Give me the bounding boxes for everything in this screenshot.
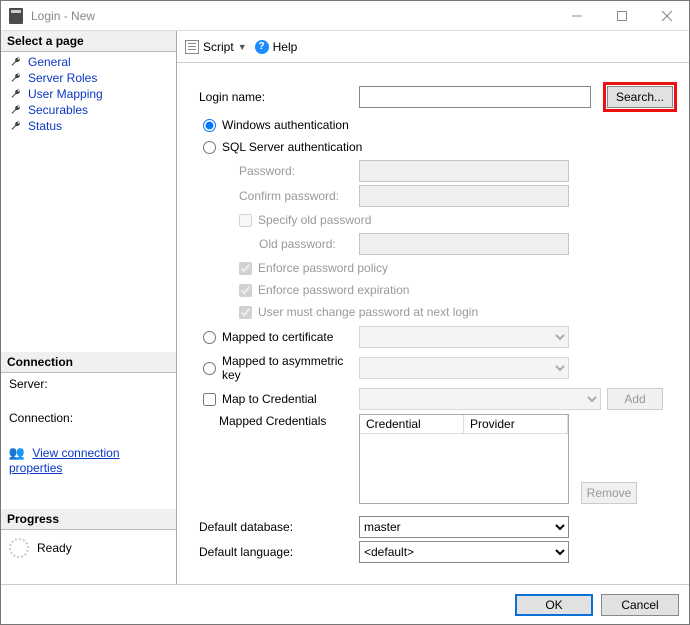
mapped-credentials-table[interactable]: Credential Provider — [359, 414, 569, 504]
default-lang-select[interactable]: <default> — [359, 541, 569, 563]
view-connection-properties-link[interactable]: View connection properties — [9, 446, 120, 475]
close-button[interactable] — [644, 1, 689, 31]
login-name-input[interactable] — [359, 86, 591, 108]
progress-body: Ready — [1, 530, 176, 566]
enforce-policy-checkbox — [239, 262, 252, 275]
mapped-cert-select — [359, 326, 569, 348]
page-item-server-roles[interactable]: Server Roles — [1, 70, 176, 86]
people-icon: 👥 — [9, 445, 25, 461]
enforce-expiration-label: Enforce password expiration — [258, 283, 409, 297]
old-password-input — [359, 233, 569, 255]
progress-status: Ready — [37, 541, 72, 555]
page-link[interactable]: Status — [28, 119, 62, 133]
wrench-icon — [9, 71, 23, 85]
script-icon — [185, 40, 199, 54]
old-password-label: Old password: — [199, 237, 359, 251]
windows-auth-label: Windows authentication — [222, 118, 349, 132]
must-change-label: User must change password at next login — [258, 305, 478, 319]
specify-old-checkbox — [239, 214, 252, 227]
page-item-user-mapping[interactable]: User Mapping — [1, 86, 176, 102]
mapped-asym-label: Mapped to asymmetric key — [222, 354, 359, 382]
enforce-policy-label: Enforce password policy — [258, 261, 388, 275]
map-credential-select — [359, 388, 601, 410]
mapped-cert-label: Mapped to certificate — [222, 330, 333, 344]
wrench-icon — [9, 55, 23, 69]
select-page-header: Select a page — [1, 31, 176, 52]
login-new-dialog: Login - New Select a page General Server… — [0, 0, 690, 625]
default-db-select[interactable]: master — [359, 516, 569, 538]
help-button[interactable]: ? Help — [255, 40, 298, 54]
script-label: Script — [203, 40, 234, 54]
cancel-button[interactable]: Cancel — [601, 594, 679, 616]
toolbar: Script ▼ ? Help — [177, 31, 689, 63]
progress-header: Progress — [1, 509, 176, 530]
form-general: Login name: Search... Windows authentica… — [177, 63, 689, 584]
windows-auth-radio[interactable] — [203, 119, 216, 132]
password-input — [359, 160, 569, 182]
page-link[interactable]: Server Roles — [28, 71, 97, 85]
mapped-asym-select — [359, 357, 569, 379]
minimize-button[interactable] — [554, 1, 599, 31]
password-label: Password: — [199, 164, 359, 178]
wrench-icon — [9, 103, 23, 117]
help-icon: ? — [255, 40, 269, 54]
mapped-asym-radio[interactable] — [203, 362, 216, 375]
confirm-password-input — [359, 185, 569, 207]
page-list: General Server Roles User Mapping Secura… — [1, 52, 176, 136]
map-to-credential-checkbox[interactable] — [203, 393, 216, 406]
col-provider: Provider — [464, 415, 568, 433]
login-name-label: Login name: — [199, 90, 359, 104]
search-button[interactable]: Search... — [607, 86, 673, 108]
page-item-general[interactable]: General — [1, 54, 176, 70]
ok-button[interactable]: OK — [515, 594, 593, 616]
help-label: Help — [273, 40, 298, 54]
default-lang-label: Default language: — [199, 545, 359, 559]
specify-old-label: Specify old password — [258, 213, 371, 227]
page-link[interactable]: User Mapping — [28, 87, 103, 101]
must-change-checkbox — [239, 306, 252, 319]
main-pane: Script ▼ ? Help Login name: Search... — [177, 31, 689, 584]
mapped-cert-radio[interactable] — [203, 331, 216, 344]
mapped-creds-label: Mapped Credentials — [199, 414, 359, 428]
page-item-status[interactable]: Status — [1, 118, 176, 134]
page-item-securables[interactable]: Securables — [1, 102, 176, 118]
wrench-icon — [9, 87, 23, 101]
server-label: Server: — [1, 373, 176, 395]
confirm-password-label: Confirm password: — [199, 189, 359, 203]
page-link[interactable]: General — [28, 55, 71, 69]
enforce-expiration-checkbox — [239, 284, 252, 297]
app-icon — [9, 8, 23, 24]
titlebar: Login - New — [1, 1, 689, 31]
script-button[interactable]: Script ▼ — [185, 40, 247, 54]
connection-label: Connection: — [1, 407, 176, 429]
sql-auth-radio[interactable] — [203, 141, 216, 154]
chevron-down-icon: ▼ — [238, 42, 247, 52]
wrench-icon — [9, 119, 23, 133]
connection-section: Server: Connection: 👥 View connection pr… — [1, 373, 176, 509]
map-to-credential-label: Map to Credential — [222, 392, 317, 406]
search-button-highlight: Search... — [603, 82, 677, 112]
page-link[interactable]: Securables — [28, 103, 88, 117]
sidebar: Select a page General Server Roles User … — [1, 31, 177, 584]
remove-button: Remove — [581, 482, 637, 504]
progress-ring-icon — [9, 538, 29, 558]
view-connection-row: 👥 View connection properties — [1, 441, 176, 479]
add-button: Add — [607, 388, 663, 410]
connection-header: Connection — [1, 352, 176, 373]
dialog-footer: OK Cancel — [1, 584, 689, 624]
maximize-button[interactable] — [599, 1, 644, 31]
col-credential: Credential — [360, 415, 464, 433]
window-title: Login - New — [31, 9, 554, 23]
default-db-label: Default database: — [199, 520, 359, 534]
sql-auth-label: SQL Server authentication — [222, 140, 362, 154]
